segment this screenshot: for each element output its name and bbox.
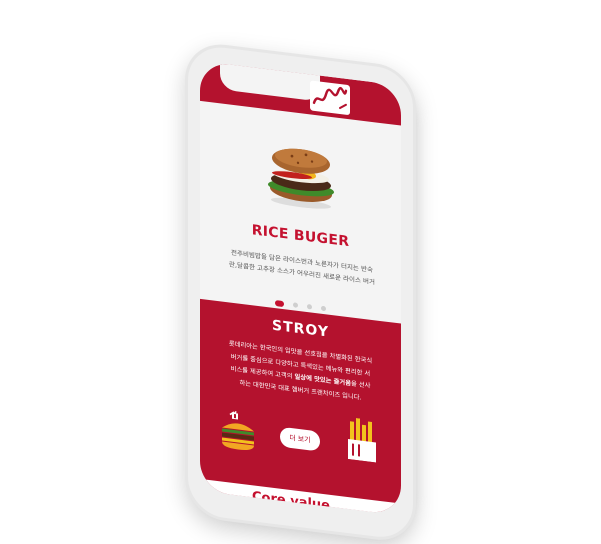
fries-icon (348, 417, 376, 463)
core-value-title: Core value (252, 489, 330, 514)
phone-frame: RICE BUGER 전주비빔밥을 담은 라이스번과 노른자가 터지는 반숙 란… (185, 40, 416, 544)
phone-notch (220, 61, 320, 102)
brand-logo-icon[interactable] (310, 80, 350, 116)
app-header (200, 60, 401, 126)
rice-burger-image (268, 148, 334, 209)
carousel-dot[interactable] (293, 302, 299, 308)
carousel-dot[interactable] (321, 305, 327, 312)
carousel-dot[interactable] (307, 304, 313, 310)
phone-screen: RICE BUGER 전주비빔밥을 담은 라이스번과 노른자가 터지는 반숙 란… (200, 60, 401, 516)
carousel-dot-active[interactable] (275, 299, 284, 307)
burger-stack-icon (222, 410, 254, 450)
more-button[interactable]: 더 보기 (280, 426, 320, 452)
mockup-stage: RICE BUGER 전주비빔밥을 담은 라이스번과 노른자가 터지는 반숙 란… (0, 0, 601, 544)
story-line-text: 을 선사 (351, 380, 371, 390)
carousel-pagination (275, 292, 335, 312)
story-text: 롯데리아는 한국인의 입맛을 선호점을 차별화된 한국식 버거를 중심으로 다양… (210, 336, 391, 408)
